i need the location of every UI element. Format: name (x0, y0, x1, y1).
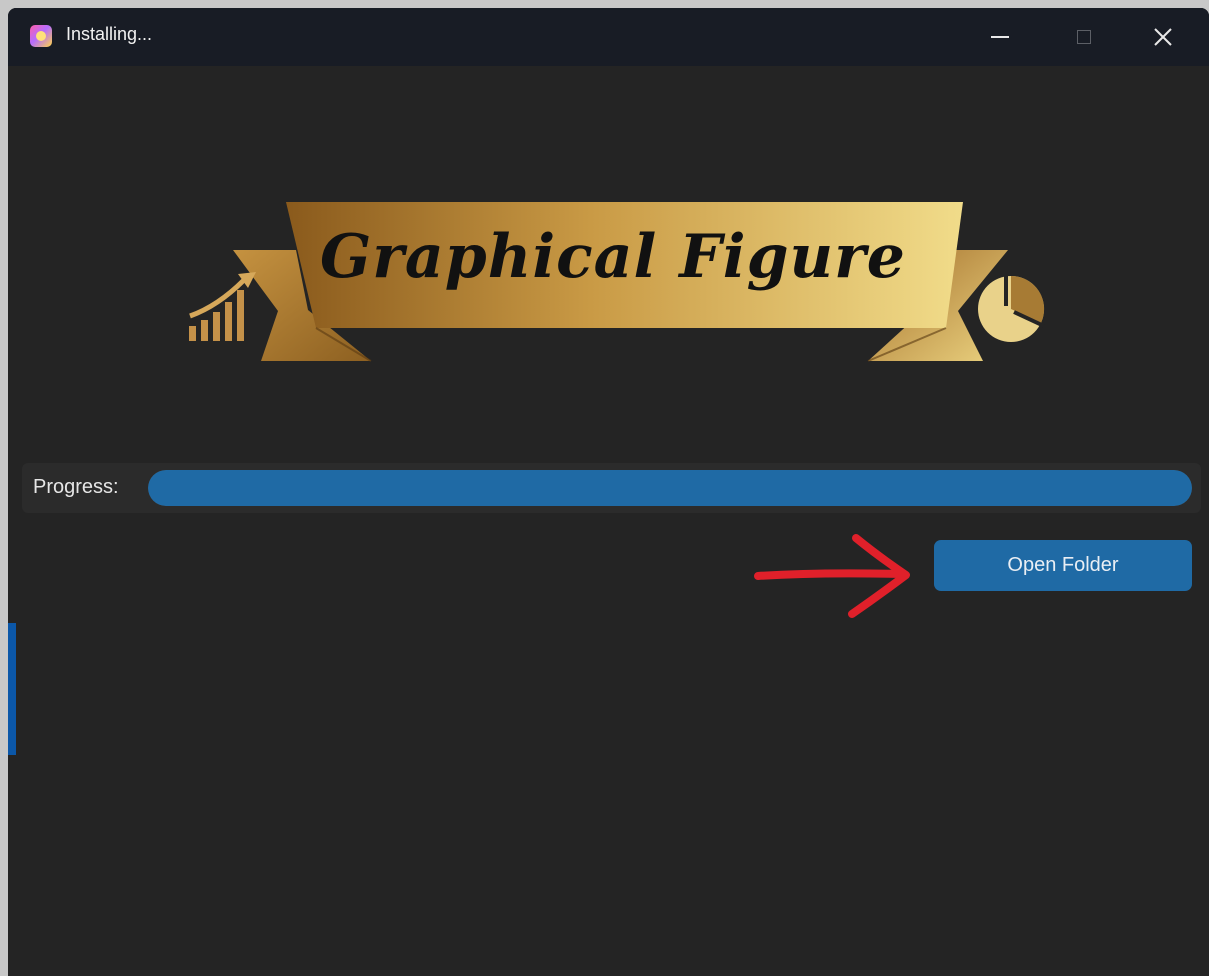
minimize-icon (991, 36, 1009, 38)
progress-panel: Progress: (22, 463, 1201, 513)
progress-bar (148, 470, 1192, 506)
title-bar[interactable]: Installing... (8, 8, 1209, 66)
app-icon (30, 25, 52, 47)
close-icon (1154, 28, 1172, 46)
maximize-icon (1077, 30, 1091, 44)
red-arrow-annotation (748, 526, 918, 626)
close-button[interactable] (1133, 8, 1193, 66)
graphical-figure-logo: Graphical Figure (168, 188, 1058, 378)
progress-bar-fill (148, 470, 1192, 506)
progress-label: Progress: (33, 476, 119, 498)
window-title: Installing... (66, 24, 153, 44)
arrow-annotation-icon (754, 534, 910, 618)
background-window-edge (8, 623, 16, 755)
open-folder-button[interactable]: Open Folder (934, 540, 1192, 591)
minimize-button[interactable] (970, 8, 1030, 66)
maximize-button (1054, 8, 1114, 66)
installer-window: Installing... Graphical Figure Progress:… (8, 8, 1209, 976)
logo-text: Graphical Figure (320, 222, 906, 292)
